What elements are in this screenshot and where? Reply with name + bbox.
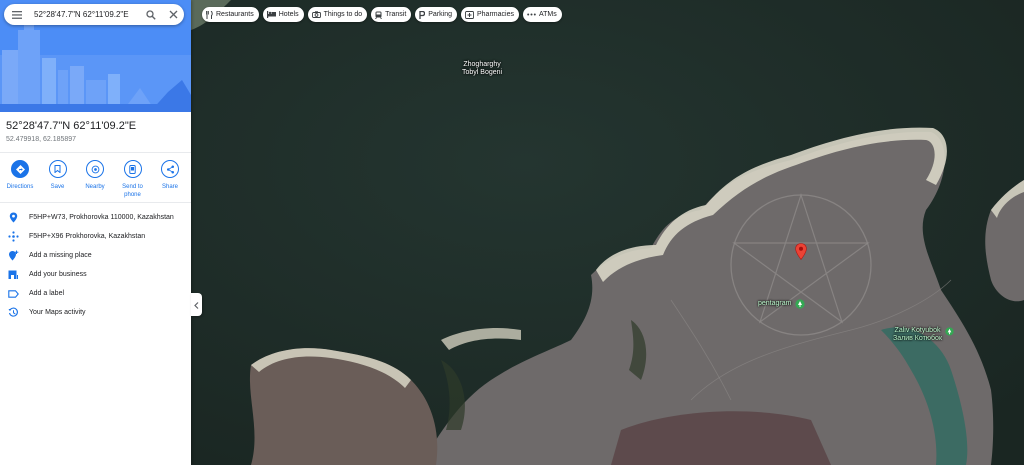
chip-transit-label: Transit — [385, 11, 407, 18]
save-button[interactable]: Save — [40, 160, 76, 199]
directions-icon — [11, 160, 29, 178]
history-icon — [7, 307, 19, 319]
add-business-text: Add your business — [29, 271, 87, 278]
chip-things-to-do[interactable]: Things to do — [307, 7, 368, 22]
add-missing-place-text: Add a missing place — [29, 252, 92, 259]
search-input[interactable]: 52°28'47.7"N 62°11'09.2"E — [28, 10, 140, 19]
close-icon[interactable] — [162, 4, 184, 25]
share-label: Share — [161, 184, 178, 190]
chip-restaurants-label: Restaurants — [216, 11, 254, 18]
satellite-map[interactable] — [191, 0, 1024, 465]
restaurant-icon — [206, 10, 213, 19]
address-text: F5HP+W73, Prokhorovka 110000, Kazakhstan — [29, 214, 174, 221]
share-icon — [161, 160, 179, 178]
hotel-icon — [266, 11, 276, 18]
place-coordinates: 52.479918, 62.185897 — [6, 136, 77, 143]
share-button[interactable]: Share — [152, 160, 188, 199]
save-label: Save — [50, 184, 65, 190]
collapse-panel-button[interactable] — [191, 293, 202, 316]
location-pin-marker[interactable] — [795, 243, 807, 265]
search-icon[interactable] — [140, 4, 162, 25]
reservoir-name-line1: Zhogharghy — [463, 61, 501, 68]
chip-parking[interactable]: Parking — [415, 7, 457, 22]
plus-code-icon — [7, 231, 19, 243]
plus-code-text: F5HP+X96 Prokhorovka, Kazakhstan — [29, 233, 146, 240]
place-header: 52°28'47.7"N 62°11'09.2"E 52.479918, 62.… — [6, 120, 186, 143]
pharmacy-icon — [465, 10, 474, 19]
category-chips: Restaurants Hotels Things to do Transit … — [202, 7, 562, 22]
label-icon — [7, 288, 19, 300]
chip-atms[interactable]: ATMs — [522, 7, 562, 22]
camera-icon — [311, 11, 321, 18]
phone-icon — [123, 160, 142, 178]
chip-parking-label: Parking — [428, 11, 452, 18]
bay-poi[interactable]: Zaliv Kotyubok Залив Котюбок — [893, 327, 954, 343]
chip-hotels[interactable]: Hotels — [262, 7, 304, 22]
divider — [0, 152, 191, 153]
reservoir-name-line2: Tobyl Bogeni — [462, 69, 503, 76]
nearby-icon — [86, 160, 104, 178]
action-bar: Directions Save Nearby Send to phone Sha… — [2, 160, 188, 199]
bookmark-icon — [48, 160, 67, 178]
bay-name-line2: Залив Котюбок — [893, 335, 943, 342]
location-pin-icon — [7, 212, 19, 224]
send-to-phone-button[interactable]: Send to phone — [115, 160, 151, 199]
nearby-label: Nearby — [85, 184, 105, 190]
chip-atms-label: ATMs — [538, 11, 557, 18]
pentagram-poi[interactable]: pentagram — [758, 299, 806, 309]
send-to-phone-label: Send to phone — [122, 184, 143, 198]
maps-activity-text: Your Maps activity — [29, 309, 86, 316]
nearby-button[interactable]: Nearby — [77, 160, 113, 199]
transit-icon — [375, 11, 382, 19]
place-title: 52°28'47.7"N 62°11'09.2"E — [6, 120, 137, 132]
chip-things-to-do-label: Things to do — [323, 11, 363, 18]
bay-name-line1: Zaliv Kotyubok — [894, 327, 941, 334]
plus-code-row[interactable]: F5HP+X96 Prokhorovka, Kazakhstan — [0, 227, 191, 246]
menu-icon[interactable] — [6, 4, 28, 25]
business-icon — [7, 269, 19, 281]
place-details-list: F5HP+W73, Prokhorovka 110000, Kazakhstan… — [0, 208, 191, 322]
chip-pharmacies-label: Pharmacies — [477, 11, 514, 18]
search-box[interactable]: 52°28'47.7"N 62°11'09.2"E — [4, 4, 184, 25]
add-place-icon — [7, 250, 19, 262]
reservoir-label: Zhogharghy Tobyl Bogeni — [462, 61, 502, 77]
divider — [0, 202, 191, 203]
chip-hotels-label: Hotels — [278, 11, 299, 18]
add-business-row[interactable]: Add your business — [0, 265, 191, 284]
address-row[interactable]: F5HP+W73, Prokhorovka 110000, Kazakhstan — [0, 208, 191, 227]
park-icon — [795, 299, 806, 309]
directions-button[interactable]: Directions — [2, 160, 38, 199]
side-panel: 52°28'47.7"N 62°11'09.2"E 52°28'47.7"N 6… — [0, 0, 191, 465]
chip-transit[interactable]: Transit — [371, 7, 412, 22]
pentagram-label: pentagram — [758, 300, 792, 307]
add-label-text: Add a label — [29, 290, 65, 297]
maps-activity-row[interactable]: Your Maps activity — [0, 303, 191, 322]
park-icon — [945, 327, 954, 336]
chip-restaurants[interactable]: Restaurants — [202, 7, 259, 22]
parking-icon — [419, 10, 426, 19]
directions-label: Directions — [6, 184, 34, 190]
chip-pharmacies[interactable]: Pharmacies — [461, 7, 519, 22]
bay-label: Zaliv Kotyubok Залив Котюбок — [893, 327, 942, 343]
more-icon — [527, 13, 536, 16]
chevron-left-icon — [194, 296, 199, 314]
add-label-row[interactable]: Add a label — [0, 284, 191, 303]
add-missing-place-row[interactable]: Add a missing place — [0, 246, 191, 265]
